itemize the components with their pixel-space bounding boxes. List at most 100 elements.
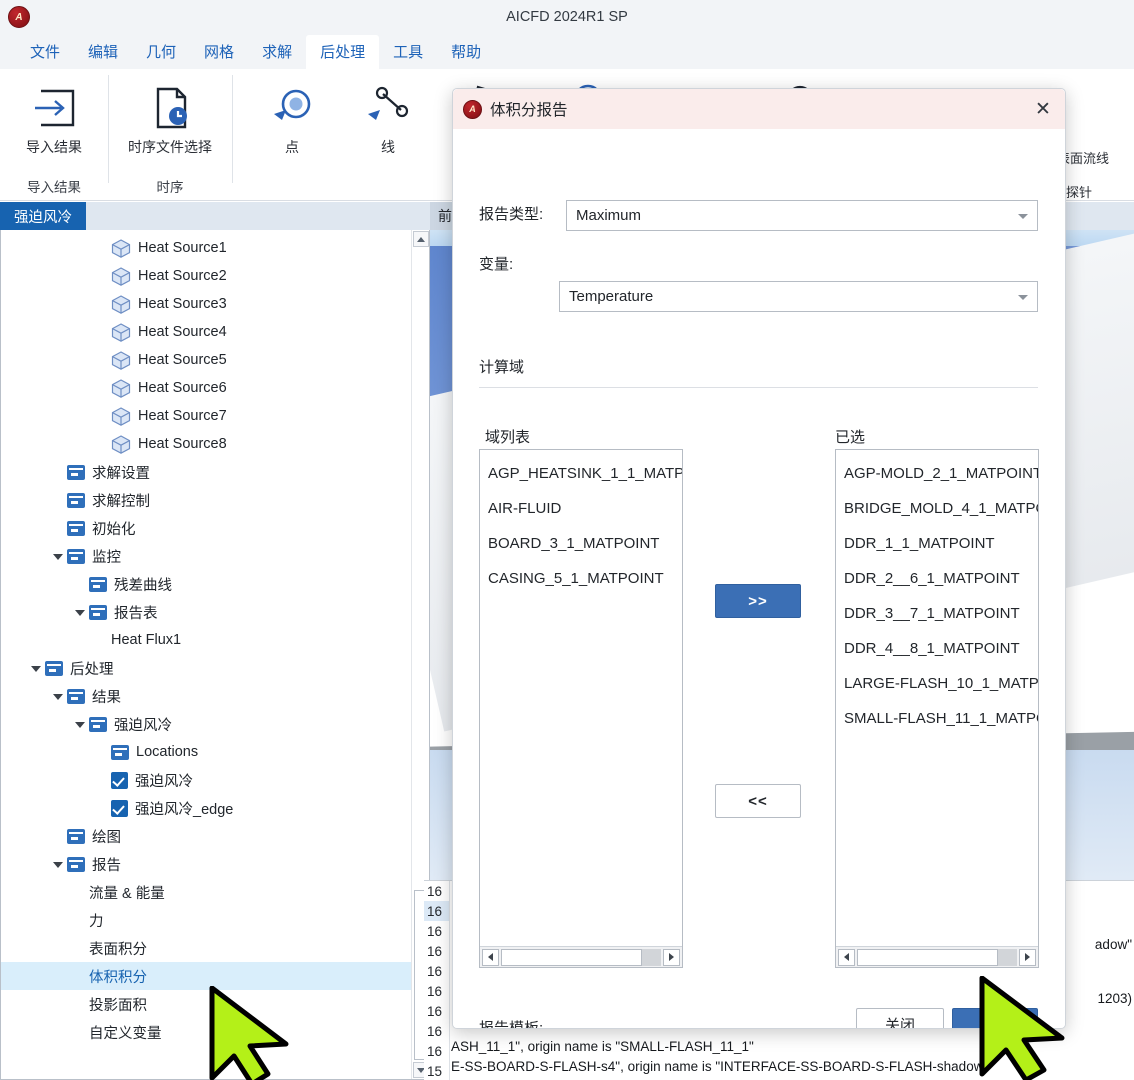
scroll-up-arrow-icon[interactable] bbox=[413, 231, 429, 247]
left-panel-tab[interactable]: 强迫风冷 bbox=[0, 202, 86, 230]
tree-item-6[interactable]: Heat Source7 bbox=[1, 402, 411, 430]
chevron-down-icon[interactable] bbox=[51, 857, 65, 871]
menu-item-5[interactable]: 后处理 bbox=[306, 35, 380, 69]
selected-list-item[interactable]: AGP-MOLD_2_1_MATPOINT bbox=[836, 456, 1038, 491]
apply-button[interactable]: 应用 bbox=[952, 1008, 1038, 1028]
available-hscroll-track[interactable] bbox=[501, 948, 661, 966]
available-list-item[interactable]: CASING_5_1_MATPOINT bbox=[480, 561, 682, 596]
ribbon-button-import-result[interactable]: 导入结果 bbox=[6, 69, 102, 174]
console-line-number: 16 bbox=[427, 923, 443, 939]
available-listbox[interactable]: AGP_HEATSINK_1_1_MATPOINTAIR-FLUIDBOARD_… bbox=[479, 449, 683, 968]
tree-item-23[interactable]: 流量 & 能量 bbox=[1, 878, 411, 906]
tree-item-20[interactable]: 强迫风冷_edge bbox=[1, 794, 411, 822]
selected-hscrollbar[interactable] bbox=[836, 946, 1038, 967]
ribbon-button-timeseries-file[interactable]: 时序文件选择 bbox=[109, 69, 231, 174]
chevron-down-icon[interactable] bbox=[29, 661, 43, 675]
menu-item-6[interactable]: 工具 bbox=[379, 35, 437, 69]
scroll-right-arrow-icon[interactable] bbox=[1019, 948, 1036, 966]
volume-integral-report-dialog[interactable]: A 体积分报告 ✕ 报告类型: Maximum 变量: Temperature … bbox=[452, 88, 1066, 1029]
app-title: AICFD 2024R1 SP bbox=[506, 9, 628, 25]
scroll-right-arrow-icon[interactable] bbox=[663, 948, 680, 966]
folder-icon bbox=[67, 548, 85, 564]
available-list-item[interactable]: BOARD_3_1_MATPOINT bbox=[480, 526, 682, 561]
tree-item-28[interactable]: 自定义变量 bbox=[1, 1018, 411, 1046]
tree-item-10[interactable]: 初始化 bbox=[1, 514, 411, 542]
tree-item-19[interactable]: 强迫风冷 bbox=[1, 766, 411, 794]
close-button[interactable]: 关闭 bbox=[856, 1008, 944, 1028]
selected-list-item[interactable]: DDR_3__7_1_MATPOINT bbox=[836, 596, 1038, 631]
tree-item-label: Heat Source7 bbox=[138, 408, 227, 424]
ribbon-button-point[interactable]: 点 bbox=[244, 69, 340, 174]
tree-item-26[interactable]: 体积积分 bbox=[1, 962, 411, 990]
menu-item-3[interactable]: 网格 bbox=[190, 35, 248, 69]
tree-item-label: 强迫风冷 bbox=[114, 717, 172, 734]
menu-item-4[interactable]: 求解 bbox=[248, 35, 306, 69]
tree-item-14[interactable]: Heat Flux1 bbox=[1, 626, 411, 654]
add-to-selected-button[interactable]: >> bbox=[715, 584, 801, 618]
selected-list-item[interactable]: SMALL-FLASH_11_1_MATPOINT bbox=[836, 701, 1038, 736]
menu-item-2[interactable]: 几何 bbox=[132, 35, 190, 69]
console-fragment-1: adow" bbox=[1094, 937, 1132, 952]
tree-item-24[interactable]: 力 bbox=[1, 906, 411, 934]
selected-listbox[interactable]: AGP-MOLD_2_1_MATPOINT BRIDGE_MOLD_4_1_MAT… bbox=[835, 449, 1039, 968]
tree-item-3[interactable]: Heat Source4 bbox=[1, 318, 411, 346]
tree-item-2[interactable]: Heat Source3 bbox=[1, 290, 411, 318]
menu-item-0[interactable]: 文件 bbox=[16, 35, 74, 69]
menu-item-1[interactable]: 编辑 bbox=[74, 35, 132, 69]
checkbox-checked-icon[interactable] bbox=[111, 799, 128, 817]
tree-item-13[interactable]: 报告表 bbox=[1, 598, 411, 626]
available-hscroll-thumb[interactable] bbox=[501, 948, 642, 966]
tree-item-21[interactable]: 绘图 bbox=[1, 822, 411, 850]
tree-item-27[interactable]: 投影面积 bbox=[1, 990, 411, 1018]
chevron-down-icon[interactable] bbox=[51, 549, 65, 563]
dialog-logo-icon: A bbox=[463, 99, 482, 119]
ribbon-button-line[interactable]: 线 bbox=[340, 69, 436, 174]
chevron-down-icon[interactable] bbox=[73, 605, 87, 619]
checkbox-checked-icon[interactable] bbox=[111, 771, 128, 789]
selected-list-item[interactable]: DDR_4__8_1_MATPOINT bbox=[836, 631, 1038, 666]
tree-item-7[interactable]: Heat Source8 bbox=[1, 430, 411, 458]
scroll-left-arrow-icon[interactable] bbox=[482, 948, 499, 966]
tree-item-11[interactable]: 监控 bbox=[1, 542, 411, 570]
tree-item-1[interactable]: Heat Source2 bbox=[1, 262, 411, 290]
tree-item-5[interactable]: Heat Source6 bbox=[1, 374, 411, 402]
available-list-item[interactable]: AGP_HEATSINK_1_1_MATPOINT bbox=[480, 456, 682, 491]
scroll-left-arrow-icon[interactable] bbox=[838, 948, 855, 966]
tree-item-15[interactable]: 后处理 bbox=[1, 654, 411, 682]
selected-list-item[interactable]: DDR_1_1_MATPOINT bbox=[836, 526, 1038, 561]
chevron-down-icon bbox=[1018, 294, 1028, 300]
tree-item-9[interactable]: 求解控制 bbox=[1, 486, 411, 514]
tree-item-22[interactable]: 报告 bbox=[1, 850, 411, 878]
tree-item-17[interactable]: 强迫风冷 bbox=[1, 710, 411, 738]
chevron-down-icon[interactable] bbox=[73, 717, 87, 731]
tree-item-18[interactable]: Locations bbox=[1, 738, 411, 766]
model-tree[interactable]: Heat Source1 Heat Source2 Heat Source3 Heat… bbox=[1, 230, 411, 1079]
variable-select[interactable]: Temperature bbox=[559, 281, 1038, 312]
selected-list-item[interactable]: BRIDGE_MOLD_4_1_MATPOINT bbox=[836, 491, 1038, 526]
available-hscrollbar[interactable] bbox=[480, 946, 682, 967]
tree-item-0[interactable]: Heat Source1 bbox=[1, 234, 411, 262]
tree-item-4[interactable]: Heat Source5 bbox=[1, 346, 411, 374]
cube-icon bbox=[111, 378, 131, 398]
tree-item-8[interactable]: 求解设置 bbox=[1, 458, 411, 486]
remove-from-selected-button[interactable]: << bbox=[715, 784, 801, 818]
available-list-item[interactable]: AIR-FLUID bbox=[480, 491, 682, 526]
ribbon-button-probe[interactable]: 探针 bbox=[1062, 179, 1096, 204]
report-type-select[interactable]: Maximum bbox=[566, 200, 1038, 231]
available-list-items[interactable]: AGP_HEATSINK_1_1_MATPOINTAIR-FLUIDBOARD_… bbox=[480, 450, 682, 945]
tree-item-16[interactable]: 结果 bbox=[1, 682, 411, 710]
selected-list-item[interactable]: DDR_2__6_1_MATPOINT bbox=[836, 561, 1038, 596]
ribbon-group-import: 导入结果 导入结果 bbox=[0, 69, 108, 201]
selected-hscroll-thumb[interactable] bbox=[857, 948, 998, 966]
selected-hscroll-track[interactable] bbox=[857, 948, 1017, 966]
chevron-down-icon[interactable] bbox=[51, 689, 65, 703]
tree-item-12[interactable]: 残差曲线 bbox=[1, 570, 411, 598]
ribbon-button-label: 线 bbox=[381, 139, 395, 155]
close-icon[interactable]: ✕ bbox=[1031, 97, 1055, 121]
menu-item-7[interactable]: 帮助 bbox=[437, 35, 495, 69]
selected-list-item[interactable]: LARGE-FLASH_10_1_MATPOINT bbox=[836, 666, 1038, 701]
tree-item-25[interactable]: 表面积分 bbox=[1, 934, 411, 962]
selected-list-items[interactable]: AGP-MOLD_2_1_MATPOINT BRIDGE_MOLD_4_1_MAT… bbox=[836, 450, 1038, 945]
